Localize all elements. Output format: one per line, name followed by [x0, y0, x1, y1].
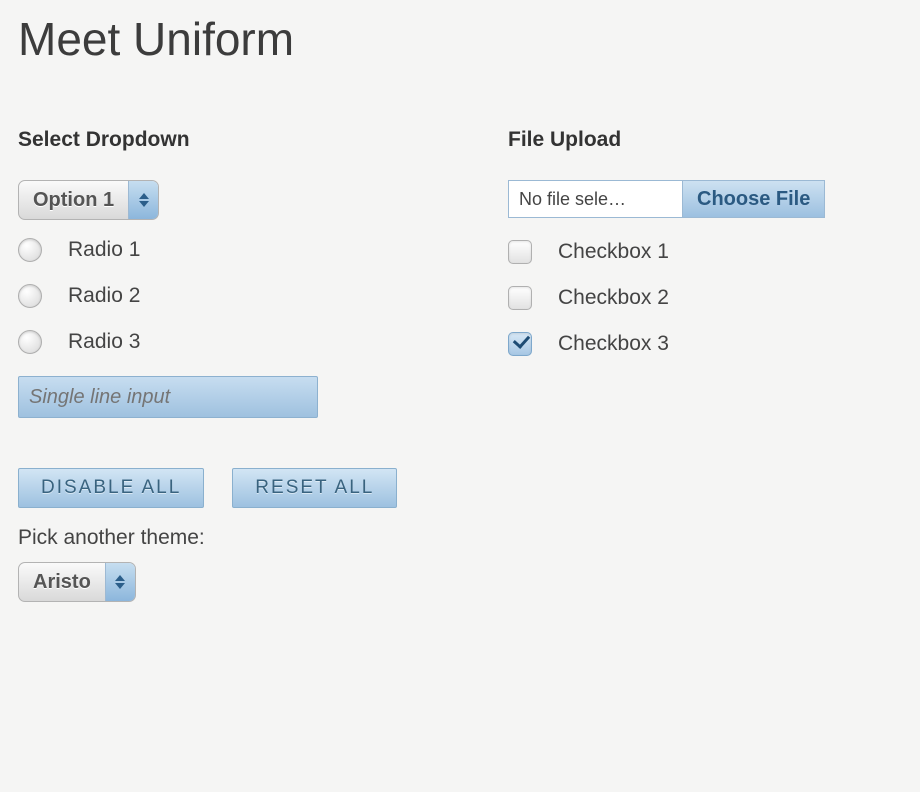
- file-upload[interactable]: No file sele… Choose File: [508, 180, 825, 218]
- theme-value: Aristo: [19, 571, 105, 594]
- checkbox-row: Checkbox 2: [508, 286, 918, 310]
- reset-all-button[interactable]: RESET ALL: [232, 468, 397, 508]
- radio-label: Radio 2: [68, 284, 140, 308]
- file-upload-heading: File Upload: [508, 128, 918, 152]
- select-stepper-icon: [128, 181, 158, 219]
- checkbox-label: Checkbox 3: [558, 332, 669, 356]
- checkbox-3[interactable]: [508, 332, 532, 356]
- radio-row: Radio 3: [18, 330, 428, 354]
- file-name: No file sele…: [509, 181, 683, 217]
- radio-label: Radio 1: [68, 238, 140, 262]
- radio-row: Radio 1: [18, 238, 428, 262]
- radio-label: Radio 3: [68, 330, 140, 354]
- select-value: Option 1: [19, 189, 128, 212]
- disable-all-button[interactable]: DISABLE ALL: [18, 468, 204, 508]
- checkbox-row: Checkbox 1: [508, 240, 918, 264]
- right-column: File Upload No file sele… Choose File Ch…: [508, 128, 918, 620]
- checkbox-row: Checkbox 3: [508, 332, 918, 356]
- checkbox-2[interactable]: [508, 286, 532, 310]
- option-select[interactable]: Option 1: [18, 180, 159, 220]
- theme-label: Pick another theme:: [18, 526, 428, 550]
- radio-1[interactable]: [18, 238, 42, 262]
- checkbox-label: Checkbox 1: [558, 240, 669, 264]
- left-column: Select Dropdown Option 1 Radio 1 Radio 2…: [18, 128, 428, 620]
- choose-file-button[interactable]: Choose File: [683, 181, 824, 217]
- select-dropdown-heading: Select Dropdown: [18, 128, 428, 152]
- checkbox-1[interactable]: [508, 240, 532, 264]
- checkbox-label: Checkbox 2: [558, 286, 669, 310]
- single-line-input[interactable]: [18, 376, 318, 418]
- radio-3[interactable]: [18, 330, 42, 354]
- radio-row: Radio 2: [18, 284, 428, 308]
- theme-select[interactable]: Aristo: [18, 562, 136, 602]
- page-title: Meet Uniform: [18, 12, 902, 66]
- radio-2[interactable]: [18, 284, 42, 308]
- select-stepper-icon: [105, 563, 135, 601]
